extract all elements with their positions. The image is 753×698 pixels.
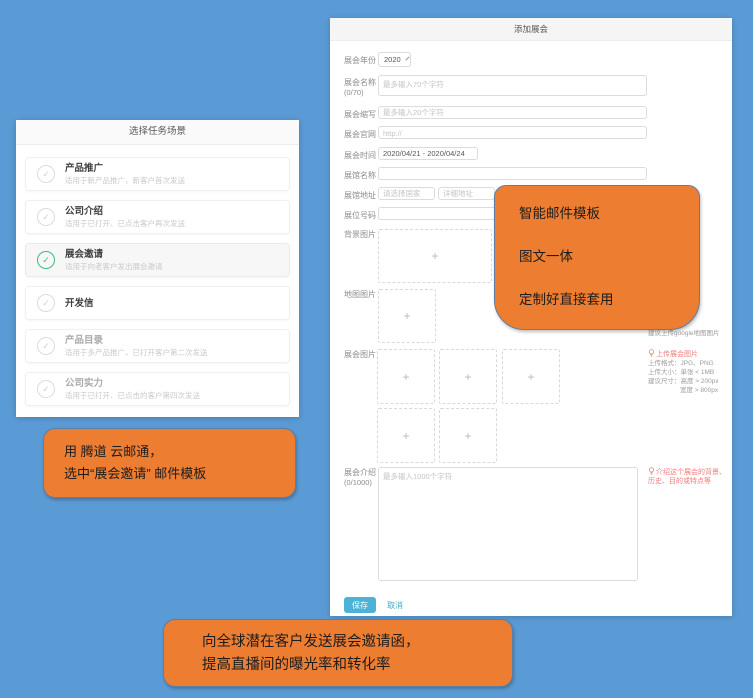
exhib-image-upload-5[interactable]: +: [439, 408, 497, 463]
plus-icon: +: [464, 429, 471, 443]
bg-image-label: 背景图片: [344, 229, 376, 240]
plus-icon: +: [431, 249, 438, 263]
exhib-images-label: 展会图片: [344, 349, 376, 360]
scene-option-title: 产品推广: [65, 163, 185, 174]
plus-icon: +: [527, 370, 534, 384]
exhib-images-hint-dim-h: 建议尺寸：高度 > 200px: [648, 377, 719, 386]
exhib-images-hint-title: 上传展会图片: [648, 349, 698, 359]
callout-line: 用 腾道 云邮通，: [64, 441, 295, 463]
scene-option-desc: 适用于向老客户发出展会邀请: [65, 263, 163, 271]
check-glyph: ✓: [42, 298, 50, 308]
callout-line: 选中“展会邀请” 邮件模板: [64, 463, 295, 485]
plus-icon: +: [402, 370, 409, 384]
scene-list: ✓ 产品推广 适用于新产品推广，新客户首次发送 ✓ 公司介绍 适用于已打开、已点…: [16, 145, 299, 406]
hall-label: 展馆名称*: [344, 170, 381, 181]
scene-option-desc: 适用于多产品推广，已打开客户第二次发送: [65, 349, 208, 357]
check-glyph: ✓: [42, 384, 50, 394]
callout-line: 定制好直接套用: [519, 292, 699, 307]
exhibition-time-input[interactable]: [378, 147, 478, 160]
exhib-image-upload-2[interactable]: +: [439, 349, 497, 404]
check-circle-icon: ✓: [37, 380, 55, 398]
lightbulb-icon: [648, 467, 655, 475]
scene-option-desc: 适用于已打开、已点击客户再次发送: [65, 220, 185, 228]
check-glyph: ✓: [42, 341, 50, 351]
exhib-image-upload-3[interactable]: +: [502, 349, 560, 404]
cancel-button[interactable]: 取消: [387, 600, 403, 611]
callout-send-invitation: 向全球潜在客户发送展会邀请函， 提高直播间的曝光率和转化率: [163, 619, 513, 687]
website-label: 展会官网: [344, 129, 376, 140]
callout-line: 图文一体: [519, 249, 699, 264]
callout-line: 提高直播间的曝光率和转化率: [202, 654, 512, 677]
check-glyph: ✓: [42, 255, 50, 265]
exhib-images-hint-format: 上传格式：JPG、PNG: [648, 359, 714, 368]
exhib-images-hint-size: 上传大小：单张 < 1MB: [648, 368, 714, 377]
intro-hint: 介绍这个展会的背景、历史、目的或特点等: [648, 467, 726, 486]
map-image-hint: 建议上传google地图图片: [648, 329, 720, 338]
time-label: 展会时间*: [344, 150, 381, 161]
save-button[interactable]: 保存: [344, 597, 376, 613]
check-glyph: ✓: [42, 212, 50, 222]
form-title: 添加展会: [330, 18, 732, 41]
map-image-upload[interactable]: +: [378, 289, 436, 343]
check-circle-icon: ✓: [37, 337, 55, 355]
year-select[interactable]: 2020: [378, 52, 411, 67]
task-scene-panel: 选择任务场景 ✓ 产品推广 适用于新产品推广，新客户首次发送 ✓ 公司介绍 适用…: [16, 120, 299, 417]
check-circle-icon-selected: ✓: [37, 251, 55, 269]
year-select-value: 2020: [384, 55, 401, 64]
scene-option-development-letter[interactable]: ✓ 开发信: [25, 286, 290, 320]
scene-option-exhibition-invite[interactable]: ✓ 展会邀请 适用于向老客户发出展会邀请: [25, 243, 290, 277]
scene-option-title: 开发信: [65, 298, 94, 309]
scene-option-desc: 适用于已打开、已点击的客户第四次发送: [65, 392, 200, 400]
intro-label: 展会介绍*: [344, 467, 381, 478]
lightbulb-icon: [648, 349, 655, 357]
scene-option-company-strength[interactable]: ✓ 公司实力 适用于已打开、已点击的客户第四次发送: [25, 372, 290, 406]
plus-icon: +: [403, 309, 410, 323]
exhibition-website-input[interactable]: http://: [378, 126, 647, 139]
scene-panel-title: 选择任务场景: [16, 120, 299, 145]
address-label: 展馆地址*: [344, 190, 381, 201]
name-counter: (0/70): [344, 88, 364, 97]
scene-option-title: 公司介绍: [65, 206, 185, 217]
check-glyph: ✓: [42, 169, 50, 179]
chevron-down-icon: [405, 56, 409, 60]
year-label: 展会年份*: [344, 55, 381, 66]
check-circle-icon: ✓: [37, 294, 55, 312]
callout-select-template: 用 腾道 云邮通， 选中“展会邀请” 邮件模板: [43, 428, 296, 498]
check-circle-icon: ✓: [37, 165, 55, 183]
scene-option-title: 公司实力: [65, 378, 200, 389]
exhib-images-hint-dim-w: 宽度 > 800px: [680, 386, 718, 395]
exhibition-intro-input[interactable]: [378, 467, 638, 581]
plus-icon: +: [464, 370, 471, 384]
check-circle-icon: ✓: [37, 208, 55, 226]
url-prefix: http://: [379, 127, 402, 138]
callout-line: 向全球潜在客户发送展会邀请函，: [202, 631, 512, 654]
country-select-input[interactable]: [378, 187, 435, 200]
bg-image-upload[interactable]: +: [378, 229, 492, 283]
scene-option-title: 产品目录: [65, 335, 208, 346]
exhibition-abbr-input[interactable]: [378, 106, 647, 119]
scene-option-title: 展会邀请: [65, 249, 163, 260]
exhibition-name-input[interactable]: [378, 75, 647, 96]
scene-option-company-intro[interactable]: ✓ 公司介绍 适用于已打开、已点击客户再次发送: [25, 200, 290, 234]
intro-counter: (0/1000): [344, 478, 372, 487]
scene-option-desc: 适用于新产品推广，新客户首次发送: [65, 177, 185, 185]
exhib-image-upload-4[interactable]: +: [377, 408, 435, 463]
exhib-image-upload-1[interactable]: +: [377, 349, 435, 404]
scene-option-product-catalog[interactable]: ✓ 产品目录 适用于多产品推广，已打开客户第二次发送: [25, 329, 290, 363]
hall-name-input[interactable]: [378, 167, 647, 180]
callout-line: 智能邮件模板: [519, 206, 699, 221]
scene-option-product-promotion[interactable]: ✓ 产品推广 适用于新产品推广，新客户首次发送: [25, 157, 290, 191]
name-label: 展会名称*: [344, 77, 381, 88]
callout-smart-template: 智能邮件模板 图文一体 定制好直接套用: [494, 185, 700, 330]
abbr-label: 展会缩写: [344, 109, 376, 120]
booth-label: 展位号码*: [344, 210, 381, 221]
map-image-label: 地图图片: [344, 289, 376, 300]
address-detail-input[interactable]: [438, 187, 495, 200]
plus-icon: +: [402, 429, 409, 443]
